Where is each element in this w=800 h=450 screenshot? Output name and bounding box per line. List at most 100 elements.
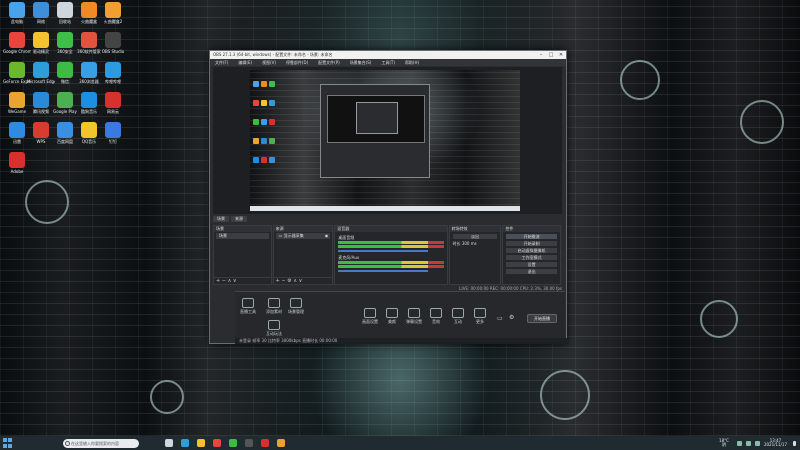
transition-select[interactable]: 淡出 — [452, 234, 498, 239]
menu-view[interactable]: 视图(V) — [257, 60, 281, 66]
interactive-play-button[interactable]: 互动玩法 — [263, 320, 285, 337]
volume-slider[interactable] — [338, 270, 428, 272]
menu-tools[interactable]: 工具(T) — [376, 60, 400, 66]
app-icon — [57, 122, 73, 138]
virtual-camera-button[interactable]: 启动虚拟摄像机 — [506, 248, 557, 253]
picture-settings-button[interactable]: 画面设置 — [359, 308, 381, 325]
volume-slider[interactable] — [338, 250, 428, 252]
remove-scene-icon[interactable]: − — [222, 278, 226, 284]
app-icon — [81, 92, 97, 108]
go-live-button[interactable]: 开始直播 — [527, 314, 557, 323]
duration-input[interactable]: 300 ms — [462, 241, 477, 246]
camera-icon[interactable]: ▭ — [497, 315, 503, 322]
studio-mode-button[interactable]: 工作室模式 — [506, 255, 557, 260]
settings-button[interactable]: 设置 — [506, 262, 557, 267]
app-icon — [81, 62, 97, 78]
remove-source-icon[interactable]: − — [281, 278, 285, 284]
scenes-dock: 场景 场景 + − ∧ ∨ — [213, 225, 272, 285]
maximize-icon[interactable]: □ — [546, 52, 556, 58]
folder-icon[interactable] — [277, 439, 285, 447]
menu-docks[interactable]: 停靠部件(D) — [281, 60, 313, 66]
taskbar: 在这里输入你要搜索的内容 18°C 阴 13:47 2021/11/17 — [0, 436, 800, 450]
interact-button[interactable]: 互动 — [447, 308, 469, 325]
more-button[interactable]: 更多 — [469, 308, 491, 325]
scenes-header: 场景 — [214, 226, 271, 232]
move-up-icon[interactable]: ∧ — [293, 278, 297, 284]
desktop-icon[interactable]: OBS Studio — [99, 32, 127, 62]
menu-scene-collection[interactable]: 场景集合(S) — [345, 60, 377, 66]
desktop-icon[interactable]: 网易云 — [99, 92, 127, 122]
obs-titlebar[interactable]: OBS 27.1.3 (64-bit, windows) - 配置文件: 未命名… — [210, 51, 566, 59]
weather-desc: 阴 — [721, 442, 726, 447]
network-icon[interactable] — [736, 440, 742, 446]
move-down-icon[interactable]: ∨ — [233, 278, 237, 284]
taskbar-search[interactable]: 在这里输入你要搜索的内容 — [63, 438, 139, 448]
menu-profile[interactable]: 配置文件(P) — [313, 60, 345, 66]
source-item-label: 显示器采集 — [283, 233, 304, 238]
app-icon — [81, 32, 97, 48]
exit-button[interactable]: 退出 — [506, 269, 557, 274]
menu-file[interactable]: 文件(F) — [210, 60, 233, 66]
desktop-icon[interactable]: 火曲魔盒2 — [99, 2, 127, 32]
visibility-eye-icon[interactable]: ◉ — [325, 233, 329, 239]
danmaku-settings-button[interactable]: 弹幕设置 — [403, 308, 425, 325]
app-icon — [105, 62, 121, 78]
chrome-icon[interactable] — [213, 439, 221, 447]
desktop-icon[interactable]: 哔哩哔哩 — [99, 62, 127, 92]
transitions-dock: 转场特效 淡出 时长 300 ms — [448, 225, 502, 285]
minimize-icon[interactable]: – — [536, 52, 546, 58]
start-recording-button[interactable]: 开始录制 — [506, 241, 557, 246]
close-icon[interactable]: ✕ — [556, 52, 566, 58]
photo-icon[interactable] — [261, 439, 269, 447]
live-tool-status: 未登录 帧率 30 比特率 3000kbps 直播时长 00:00:00 — [235, 338, 569, 344]
app-icon — [33, 32, 49, 48]
scene-item[interactable]: 场景 — [216, 233, 269, 239]
volume-meter — [338, 245, 444, 248]
add-source-icon[interactable]: + — [276, 278, 280, 284]
app-icon — [57, 2, 73, 18]
desktop-icon[interactable]: 钉钉 — [99, 122, 127, 152]
start-button[interactable] — [3, 438, 13, 448]
volume-icon[interactable] — [745, 440, 751, 446]
clock[interactable]: 13:47 2021/11/17 — [764, 439, 787, 447]
tab-sources[interactable]: 来源 — [231, 216, 247, 222]
sound-effect-button[interactable]: 音效 — [425, 308, 447, 325]
add-material-button[interactable]: 添加素材 — [263, 298, 285, 315]
beauty-button[interactable]: 美颜 — [381, 308, 403, 325]
source-settings-icon[interactable]: ⚙ — [287, 278, 291, 284]
preview-screen-capture — [250, 70, 520, 211]
gear-icon[interactable]: ⚙ — [509, 314, 514, 321]
mixer-channel-desktop: 桌面音频 — [338, 235, 444, 252]
desktop-icon-label: 钉钉 — [109, 139, 117, 144]
ime-icon[interactable] — [754, 440, 760, 446]
app-icon — [81, 2, 97, 18]
volume-meter — [338, 261, 444, 264]
add-scene-icon[interactable]: + — [216, 278, 220, 284]
move-down-icon[interactable]: ∨ — [299, 278, 303, 284]
wallpaper-ring — [620, 60, 660, 100]
preview-canvas[interactable] — [213, 67, 562, 214]
tab-scenes[interactable]: 场景 — [213, 216, 229, 222]
mixer-channel-label: 桌面音频 — [338, 235, 355, 240]
start-streaming-button[interactable]: 开始推流 — [506, 234, 557, 239]
wechat-icon[interactable] — [229, 439, 237, 447]
source-item[interactable]: ▭ 显示器采集 ◉ — [275, 233, 331, 239]
edge-icon[interactable] — [181, 439, 189, 447]
scene-manage-button[interactable]: 场景管理 — [285, 298, 307, 315]
notification-icon[interactable] — [793, 440, 796, 446]
dock-tabbar: 场景 来源 — [213, 216, 562, 222]
live-tool-button[interactable]: 直播工具 — [237, 298, 259, 315]
task-view-icon[interactable] — [165, 439, 173, 447]
preview-nested-canvas — [327, 95, 425, 143]
explorer-icon[interactable] — [197, 439, 205, 447]
wallpaper-ring — [700, 300, 738, 338]
move-up-icon[interactable]: ∧ — [228, 278, 232, 284]
app-icon — [9, 2, 25, 18]
weather-widget[interactable]: 18°C 阴 — [719, 439, 729, 447]
obs-icon[interactable] — [245, 439, 253, 447]
desktop-icon[interactable]: Adobe — [3, 152, 31, 182]
menu-edit[interactable]: 编辑(E) — [233, 60, 257, 66]
menu-help[interactable]: 帮助(H) — [400, 60, 424, 66]
mixer-channel-label: 麦克风/Aux — [338, 255, 360, 260]
taskbar-apps — [161, 439, 289, 447]
